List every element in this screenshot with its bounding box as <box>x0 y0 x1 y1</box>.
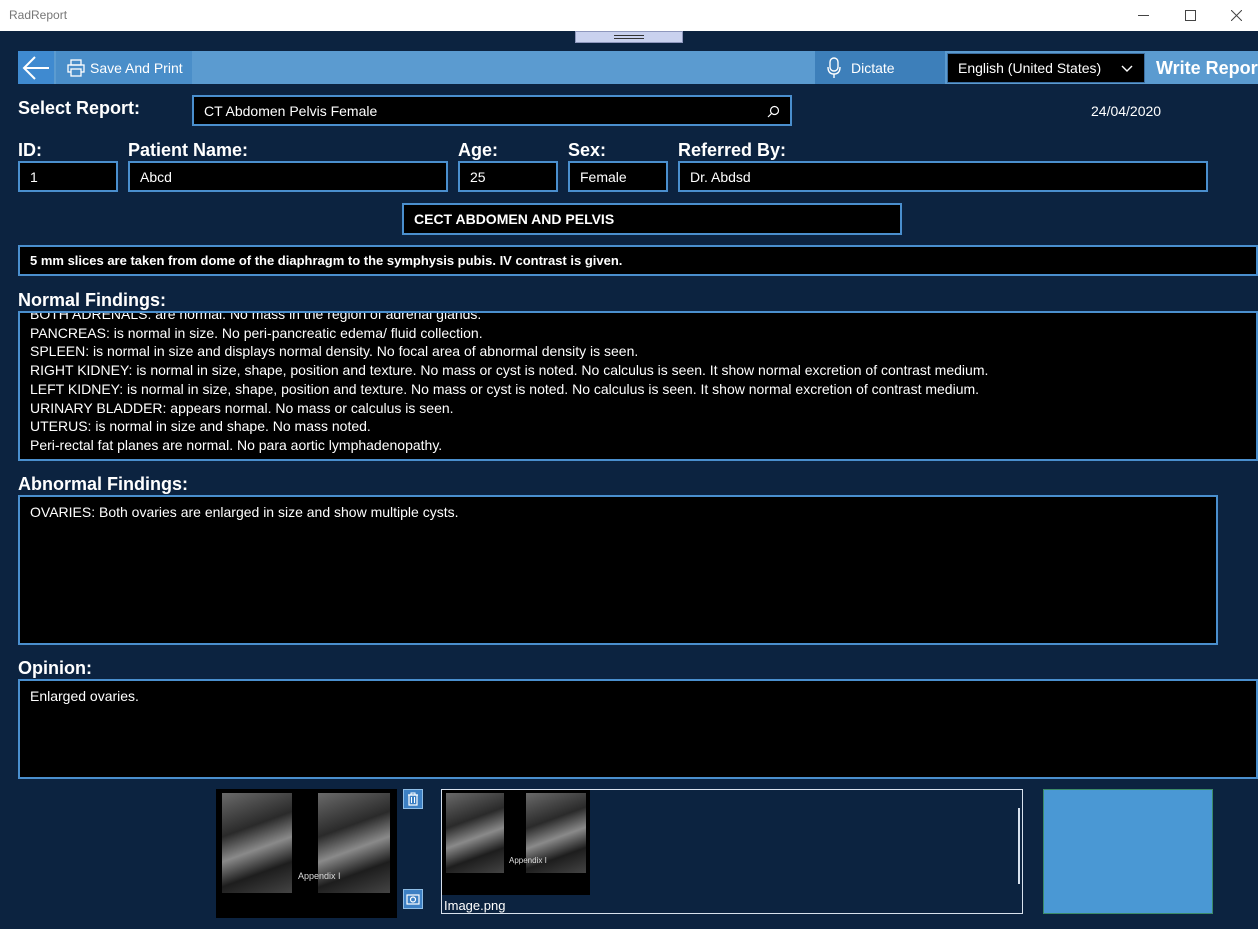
minimize-icon <box>1137 15 1149 16</box>
microphone-icon <box>827 56 841 78</box>
study-title-value: CECT ABDOMEN AND PELVIS <box>414 211 615 227</box>
panel-grip-handle[interactable] <box>575 31 683 43</box>
report-date: 24/04/2020 <box>1091 103 1162 119</box>
patient-name-value: Abcd <box>140 168 172 185</box>
close-button[interactable] <box>1213 0 1258 31</box>
sex-field[interactable]: Female <box>568 161 668 192</box>
dictate-label: Dictate <box>851 59 895 76</box>
patient-name-field[interactable]: Abcd <box>128 161 448 192</box>
image-preview-panel[interactable] <box>1043 789 1213 914</box>
id-field[interactable]: 1 <box>18 161 118 192</box>
age-field[interactable]: 25 <box>458 161 558 192</box>
abnormal-findings-text: OVARIES: Both ovaries are enlarged in si… <box>30 504 459 520</box>
maximize-icon <box>1184 10 1196 21</box>
opinion-text: Enlarged ovaries. <box>30 688 139 704</box>
minimize-button[interactable] <box>1120 0 1166 31</box>
patient-name-label: Patient Name: <box>128 140 249 160</box>
study-title-field[interactable]: CECT ABDOMEN AND PELVIS <box>402 203 902 235</box>
normal-finding-line: UTERUS: is normal in size and shape. No … <box>30 418 371 435</box>
toolbar: Save And Print Dictate English (United S… <box>18 51 1258 84</box>
report-search-input[interactable]: CT Abdomen Pelvis Female <box>192 95 792 126</box>
ultrasound-pane-left <box>446 793 504 873</box>
printer-icon <box>67 58 85 77</box>
language-select[interactable]: English (United States) <box>947 53 1145 83</box>
normal-finding-line: Peri-rectal fat planes are normal. No pa… <box>30 436 443 453</box>
dictate-button[interactable]: Dictate <box>815 51 945 84</box>
abnormal-findings-label: Abnormal Findings: <box>18 474 188 494</box>
normal-finding-line: PANCREAS: is normal in size. No peri-pan… <box>30 324 483 341</box>
trash-icon <box>408 792 418 806</box>
close-icon <box>1230 10 1242 21</box>
technique-value: 5 mm slices are taken from dome of the d… <box>30 253 623 268</box>
back-button[interactable] <box>18 51 54 84</box>
opinion-label: Opinion: <box>18 658 92 678</box>
gallery-thumbnail[interactable]: Appendix I <box>442 790 590 895</box>
id-label: ID: <box>18 140 42 160</box>
window-title: RadReport <box>9 8 68 22</box>
abnormal-findings-textarea[interactable]: OVARIES: Both ovaries are enlarged in si… <box>18 495 1218 645</box>
select-report-label: Select Report: <box>18 98 141 118</box>
gallery-scrollbar[interactable] <box>1018 808 1020 884</box>
sex-label: Sex: <box>568 140 607 160</box>
normal-finding-line: SPLEEN: is normal in size and displays n… <box>30 343 639 360</box>
arrow-left-icon <box>22 55 49 80</box>
delete-image-button[interactable] <box>403 789 423 809</box>
referred-by-value: Dr. Abdsd <box>690 168 751 185</box>
search-icon <box>767 105 780 118</box>
normal-finding-line: RIGHT KIDNEY: is normal in size, shape, … <box>30 362 989 379</box>
opinion-textarea[interactable]: Enlarged ovaries. <box>18 679 1258 779</box>
age-label: Age: <box>458 140 498 160</box>
normal-finding-line: LEFT KIDNEY: is normal in size, shape, p… <box>30 380 980 397</box>
camera-icon <box>406 894 420 905</box>
ultrasound-image-main[interactable]: Appendix I <box>216 789 397 918</box>
window-titlebar: RadReport <box>0 0 1258 31</box>
report-search-value: CT Abdomen Pelvis Female <box>204 102 378 119</box>
technique-field[interactable]: 5 mm slices are taken from dome of the d… <box>18 245 1258 276</box>
normal-finding-line: URINARY BLADDER: appears normal. No mass… <box>30 399 454 416</box>
save-and-print-label: Save And Print <box>90 59 183 76</box>
age-value: 25 <box>470 168 486 185</box>
image-gallery[interactable]: Appendix I Image.png <box>441 789 1023 914</box>
referred-by-field[interactable]: Dr. Abdsd <box>678 161 1208 192</box>
chevron-down-icon <box>1121 65 1133 72</box>
normal-finding-line: BOTH ADRENALS: are normal. No mass in th… <box>30 311 482 322</box>
id-value: 1 <box>30 168 38 185</box>
write-report-heading: Write Report <box>1156 58 1258 78</box>
gallery-filename: Image.png <box>444 898 506 913</box>
camera-button[interactable] <box>403 889 423 909</box>
thumbnail-caption: Appendix I <box>509 856 547 865</box>
image-caption: Appendix I <box>298 871 341 881</box>
sex-value: Female <box>580 168 627 185</box>
language-value: English (United States) <box>958 60 1102 76</box>
referred-by-label: Referred By: <box>678 140 787 160</box>
normal-findings-label: Normal Findings: <box>18 290 166 310</box>
ultrasound-pane-left <box>222 793 292 893</box>
normal-findings-textarea[interactable]: BOTH ADRENALS: are normal. No mass in th… <box>18 311 1258 461</box>
maximize-button[interactable] <box>1167 0 1213 31</box>
save-and-print-button[interactable]: Save And Print <box>56 51 192 84</box>
